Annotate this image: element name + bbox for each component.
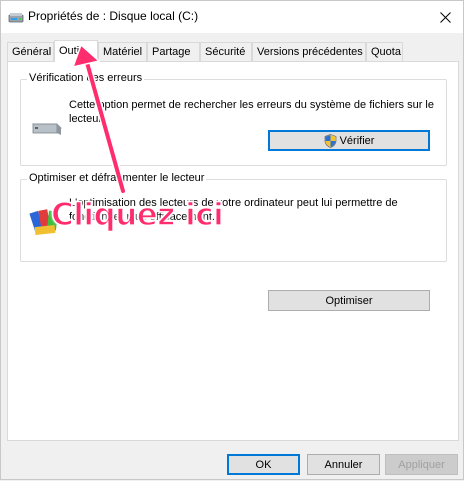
cancel-button[interactable]: Annuler <box>307 454 380 475</box>
apply-button-label: Appliquer <box>398 458 445 471</box>
tab-quota[interactable]: Quota <box>366 42 403 61</box>
close-button[interactable] <box>433 5 457 29</box>
cancel-button-label: Annuler <box>324 458 363 471</box>
annotation-text: Cliquez ici <box>50 196 224 234</box>
error-check-heading: Vérification des erreurs <box>27 72 145 84</box>
tab-panel-outils: Vérification des erreurs Cette option pe… <box>7 61 459 441</box>
tab-outils[interactable]: Outils <box>54 40 98 62</box>
title-bar[interactable]: Propriétés de : Disque local (C:) <box>1 1 463 33</box>
tab-partage[interactable]: Partage <box>147 42 200 61</box>
optimize-button[interactable]: Optimiser <box>268 290 430 311</box>
verify-button-label: Vérifier <box>339 134 375 147</box>
error-check-description-line2: lecteur. <box>69 113 105 125</box>
error-check-group: Vérification des erreurs Cette option pe… <box>20 72 447 166</box>
tab-strip: Général Outils Matériel Partage Sécurité… <box>7 40 459 62</box>
tab-securite[interactable]: Sécurité <box>200 42 252 61</box>
apply-button[interactable]: Appliquer <box>385 454 458 475</box>
error-check-description-line1: Cette option permet de rechercher les er… <box>69 99 434 111</box>
tab-materiel[interactable]: Matériel <box>98 42 147 61</box>
verify-button[interactable]: Vérifier <box>268 130 430 151</box>
error-check-description: Cette option permet de rechercher les er… <box>69 98 439 126</box>
hard-drive-icon <box>32 123 62 135</box>
close-icon <box>439 11 451 23</box>
tab-versions-precedentes[interactable]: Versions précédentes <box>252 42 366 61</box>
ok-button-label: OK <box>255 458 272 471</box>
properties-window: Propriétés de : Disque local (C:) Généra… <box>0 0 464 480</box>
drive-icon <box>8 13 24 23</box>
optimize-heading: Optimiser et défragmenter le lecteur <box>27 172 207 184</box>
ok-button[interactable]: OK <box>227 454 300 475</box>
uac-shield-icon <box>324 133 336 148</box>
tab-general[interactable]: Général <box>7 42 54 61</box>
optimize-button-label: Optimiser <box>325 294 373 307</box>
window-title: Propriétés de : Disque local (C:) <box>28 9 199 23</box>
